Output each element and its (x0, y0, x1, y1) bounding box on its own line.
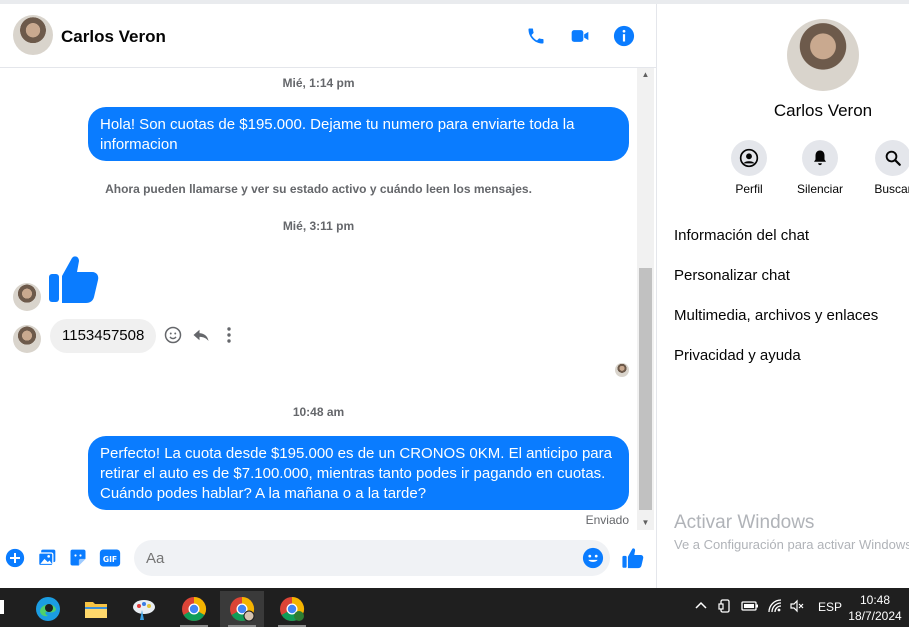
chevron-up-icon[interactable] (694, 599, 708, 616)
search-button[interactable]: Buscar (863, 140, 909, 196)
contact-avatar[interactable] (13, 15, 53, 55)
mute-label: Silenciar (796, 182, 844, 196)
file-explorer-icon[interactable] (74, 591, 118, 627)
volume-muted-icon[interactable] (789, 598, 805, 617)
chrome-icon[interactable] (172, 591, 216, 627)
contact-avatar-large[interactable] (787, 19, 859, 91)
profile-button[interactable]: Perfil (719, 140, 779, 196)
contact-avatar-small[interactable] (13, 325, 41, 353)
like-send-icon[interactable] (622, 547, 644, 569)
taskbar-edge (0, 600, 4, 614)
menu-chat-info[interactable]: Información del chat (674, 227, 809, 244)
reply-icon[interactable] (191, 325, 211, 345)
search-label: Buscar (874, 182, 909, 196)
language-indicator[interactable]: ESP (818, 600, 842, 614)
scroll-down-arrow[interactable]: ▼ (637, 516, 654, 530)
system-note: Ahora pueden llamarse y ver su estado ac… (105, 182, 532, 196)
conversation-info-panel: Carlos Veron Perfil Silenciar Buscar Inf… (656, 4, 909, 588)
message-incoming[interactable]: 1153457508 (50, 319, 157, 353)
svg-text:GIF: GIF (103, 555, 117, 564)
taskbar: ESP 10:48 18/7/2024 (0, 588, 909, 627)
clock-time: 10:48 (859, 593, 891, 607)
chat-header: Carlos Veron (0, 4, 656, 68)
sent-status: Enviado (585, 513, 629, 527)
scrollbar[interactable]: ▲ ▼ (637, 68, 654, 530)
clock-date: 18/7/2024 (848, 609, 902, 623)
react-icon[interactable] (163, 325, 183, 345)
timestamp: Mié, 3:11 pm (282, 219, 355, 233)
menu-media-files-links[interactable]: Multimedia, archivos y enlaces (674, 307, 878, 324)
contact-name-large: Carlos Veron (773, 101, 873, 120)
gif-icon[interactable]: GIF (99, 547, 121, 569)
add-icon[interactable] (4, 547, 26, 569)
messenger-window: Carlos Veron Mié, 1:14 pm Hola! Son cuot… (0, 0, 909, 588)
chrome-profile-t-icon[interactable] (270, 591, 314, 627)
more-options-icon[interactable] (219, 325, 239, 345)
thumbs-up-icon[interactable] (48, 254, 100, 304)
message-input[interactable] (134, 540, 610, 576)
timestamp: Mié, 1:14 pm (282, 76, 355, 90)
message-list: Mié, 1:14 pm Hola! Son cuotas de $195.00… (0, 68, 637, 530)
scroll-thumb[interactable] (639, 268, 652, 510)
phone-icon[interactable] (524, 24, 548, 48)
edge-icon[interactable] (26, 591, 70, 627)
timestamp: 10:48 am (292, 405, 345, 419)
paint-icon[interactable] (122, 591, 166, 627)
mute-button[interactable]: Silenciar (790, 140, 850, 196)
image-icon[interactable] (36, 547, 58, 569)
sticker-icon[interactable] (67, 547, 89, 569)
bell-icon (802, 140, 838, 176)
video-icon[interactable] (568, 24, 592, 48)
read-receipt-avatar (615, 363, 629, 377)
battery-icon[interactable] (741, 599, 759, 616)
info-icon[interactable] (612, 24, 636, 48)
contact-avatar-small[interactable] (13, 283, 41, 311)
search-icon (875, 140, 909, 176)
emoji-icon[interactable] (582, 547, 604, 569)
system-clock[interactable]: 10:48 18/7/2024 (845, 592, 905, 624)
activate-windows-subtitle: Ve a Configuración para activar Windows. (674, 537, 909, 552)
device-icon[interactable] (718, 598, 732, 617)
chrome-profile-icon[interactable] (220, 591, 264, 627)
message-outgoing[interactable]: Perfecto! La cuota desde $195.000 es de … (88, 436, 629, 510)
activate-windows-title: Activar Windows (674, 512, 815, 533)
profile-label: Perfil (735, 182, 763, 196)
composer: GIF (0, 530, 656, 588)
menu-privacy-help[interactable]: Privacidad y ayuda (674, 347, 801, 364)
wifi-icon[interactable] (767, 598, 783, 617)
contact-name[interactable]: Carlos Veron (61, 27, 166, 47)
profile-icon (731, 140, 767, 176)
menu-customize-chat[interactable]: Personalizar chat (674, 267, 790, 284)
scroll-up-arrow[interactable]: ▲ (637, 68, 654, 82)
message-outgoing[interactable]: Hola! Son cuotas de $195.000. Dejame tu … (88, 107, 629, 161)
